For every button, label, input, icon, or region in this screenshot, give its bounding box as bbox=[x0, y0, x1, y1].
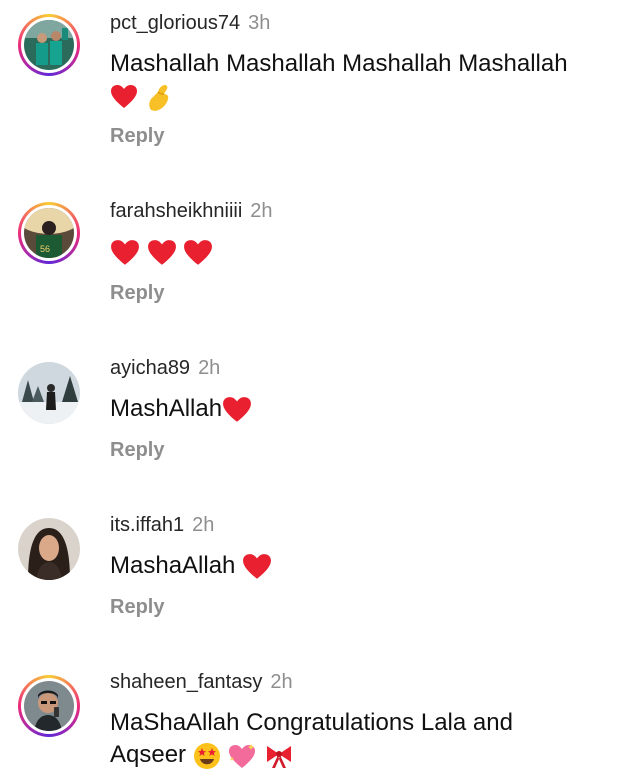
comment-meta: ayicha89 2h bbox=[110, 357, 220, 380]
red-heart-icon bbox=[184, 239, 213, 265]
username[interactable]: ayicha89 bbox=[110, 357, 190, 379]
avatar-image bbox=[24, 681, 74, 731]
username[interactable]: pct_glorious74 bbox=[110, 12, 240, 34]
pinching-hand-icon bbox=[148, 84, 168, 111]
comment-meta: pct_glorious74 3h bbox=[110, 12, 270, 35]
comment-text-content: Mashallah Mashallah Mashallah Mashallah bbox=[110, 50, 568, 77]
avatar[interactable]: 56 bbox=[18, 202, 80, 264]
red-heart-icon bbox=[147, 239, 176, 265]
timestamp: 2h bbox=[270, 671, 293, 693]
reply-button[interactable]: Reply bbox=[110, 125, 164, 148]
avatar-image: 56 bbox=[24, 208, 74, 258]
sparkling-heart-icon bbox=[229, 743, 256, 768]
red-heart-icon bbox=[243, 553, 272, 579]
comment-text-line2: Aqseer bbox=[110, 741, 187, 768]
avatar-image bbox=[18, 518, 80, 580]
timestamp: 2h bbox=[192, 514, 215, 536]
username[interactable]: its.iffah1 bbox=[110, 514, 184, 536]
avatar[interactable] bbox=[18, 362, 80, 424]
red-heart-icon bbox=[111, 84, 137, 108]
red-heart-icon bbox=[111, 239, 139, 265]
svg-text:56: 56 bbox=[40, 244, 50, 254]
reply-button[interactable]: Reply bbox=[110, 282, 164, 305]
timestamp: 3h bbox=[248, 12, 271, 34]
comment-text-content: MashaAllah bbox=[110, 552, 236, 579]
username[interactable]: shaheen_fantasy bbox=[110, 671, 262, 693]
comment-meta: shaheen_fantasy 2h bbox=[110, 671, 293, 694]
timestamp: 2h bbox=[250, 200, 273, 222]
comment-text-content: MashAllah bbox=[110, 395, 223, 422]
avatar[interactable] bbox=[18, 675, 80, 737]
reply-button[interactable]: Reply bbox=[110, 596, 164, 619]
timestamp: 2h bbox=[198, 357, 221, 379]
comment-text: MashaAllah bbox=[110, 550, 620, 582]
avatar-image bbox=[24, 20, 74, 70]
avatar[interactable] bbox=[18, 518, 80, 580]
comment-text bbox=[110, 236, 620, 268]
avatar[interactable] bbox=[18, 14, 80, 76]
comment-text-content: MaShaAllah Congratulations Lala and bbox=[110, 709, 513, 736]
avatar-image bbox=[18, 362, 80, 424]
comment-text: MaShaAllah Congratulations Lala and Aqse… bbox=[110, 707, 620, 771]
star-struck-icon bbox=[193, 742, 220, 769]
ribbon-icon bbox=[267, 745, 292, 768]
reply-button[interactable]: Reply bbox=[110, 439, 164, 462]
comment-text: Mashallah Mashallah Mashallah Mashallah bbox=[110, 48, 620, 112]
username[interactable]: farahsheikhniiii bbox=[110, 200, 242, 222]
comment-meta: farahsheikhniiii 2h bbox=[110, 200, 273, 223]
red-heart-icon bbox=[223, 396, 251, 422]
comment-text: MashAllah bbox=[110, 393, 620, 425]
comment-meta: its.iffah1 2h bbox=[110, 514, 214, 537]
